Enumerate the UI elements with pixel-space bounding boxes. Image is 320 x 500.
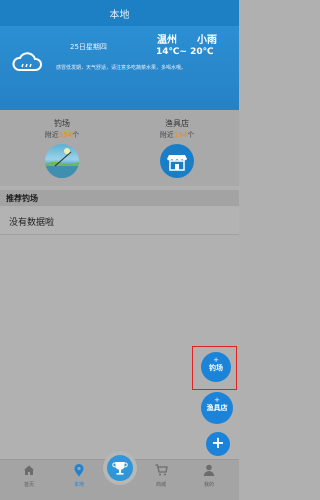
tab-home-label: 首页 (23, 482, 34, 488)
recommended-title: 推荐钓场 (6, 194, 38, 203)
tackle-shops-count: 194 (173, 131, 188, 139)
trophy-icon (112, 462, 128, 475)
tackle-shops-nearby: 附近194个 (159, 131, 195, 139)
tab-center-inner (107, 455, 133, 481)
weather-city: 温州 (157, 35, 177, 46)
app-screen: 本地 25日星期四 温州 小雨 14℃~ 20℃ 感冒低发期，天气舒适，请注意多… (0, 0, 239, 500)
tab-mall[interactable]: 商城 (141, 464, 181, 488)
plus-icon: + (214, 396, 220, 404)
person-icon (189, 464, 229, 478)
weather-date: 25日星期四 (70, 43, 107, 51)
cart-icon (141, 464, 181, 478)
tab-mall-label: 商城 (155, 482, 166, 488)
location-pin-icon (59, 464, 99, 478)
tab-local[interactable]: 本地 (59, 464, 99, 488)
recommended-header: 推荐钓场 (0, 190, 239, 206)
fishing-spots-nearby: 附近154个 (44, 131, 80, 139)
top-bar: 本地 (0, 0, 239, 26)
home-icon (9, 464, 49, 478)
fishing-spot-icon (45, 144, 79, 178)
plus-icon: + (211, 433, 225, 452)
weather-condition: 小雨 (197, 35, 217, 46)
tab-center-button[interactable] (103, 451, 137, 485)
add-tackle-shop-button[interactable]: + 渔具店 (201, 392, 233, 424)
add-tackle-shop-label: 渔具店 (206, 404, 228, 412)
add-fishing-spot-button[interactable]: + 钓场 (201, 352, 231, 382)
tab-home[interactable]: 首页 (9, 464, 49, 488)
add-fishing-spot-label: 钓场 (209, 364, 223, 372)
nearby-stats: 钓场 附近154个 渔具店 附近194个 (0, 110, 239, 186)
weather-card[interactable]: 25日星期四 温州 小雨 14℃~ 20℃ 感冒低发期，天气舒适，请注意多吃蔬菜… (0, 26, 239, 110)
tackle-shops-label: 渔具店 (165, 119, 189, 128)
tab-profile[interactable]: 我的 (189, 464, 229, 488)
tab-local-label: 本地 (73, 482, 84, 488)
weather-temperature: 14℃~ 20℃ (156, 47, 214, 57)
tab-profile-label: 我的 (203, 482, 214, 488)
fishing-spots-count: 154 (58, 131, 73, 139)
add-menu-button[interactable]: + (206, 432, 230, 456)
empty-state: 没有数据啦 (0, 207, 239, 235)
fishing-spots-label: 钓场 (54, 119, 70, 128)
tackle-shops-stat[interactable]: 渔具店 附近194个 (137, 118, 217, 178)
fishing-spots-stat[interactable]: 钓场 附近154个 (22, 118, 102, 178)
weather-tip: 感冒低发期，天气舒适，请注意多吃蔬菜水果，多喝水哦。 (56, 65, 187, 71)
plus-icon: + (213, 356, 219, 364)
store-icon (160, 144, 194, 178)
page-title: 本地 (109, 10, 130, 21)
empty-state-text: 没有数据啦 (9, 218, 55, 228)
cloud-rain-icon (12, 52, 42, 71)
